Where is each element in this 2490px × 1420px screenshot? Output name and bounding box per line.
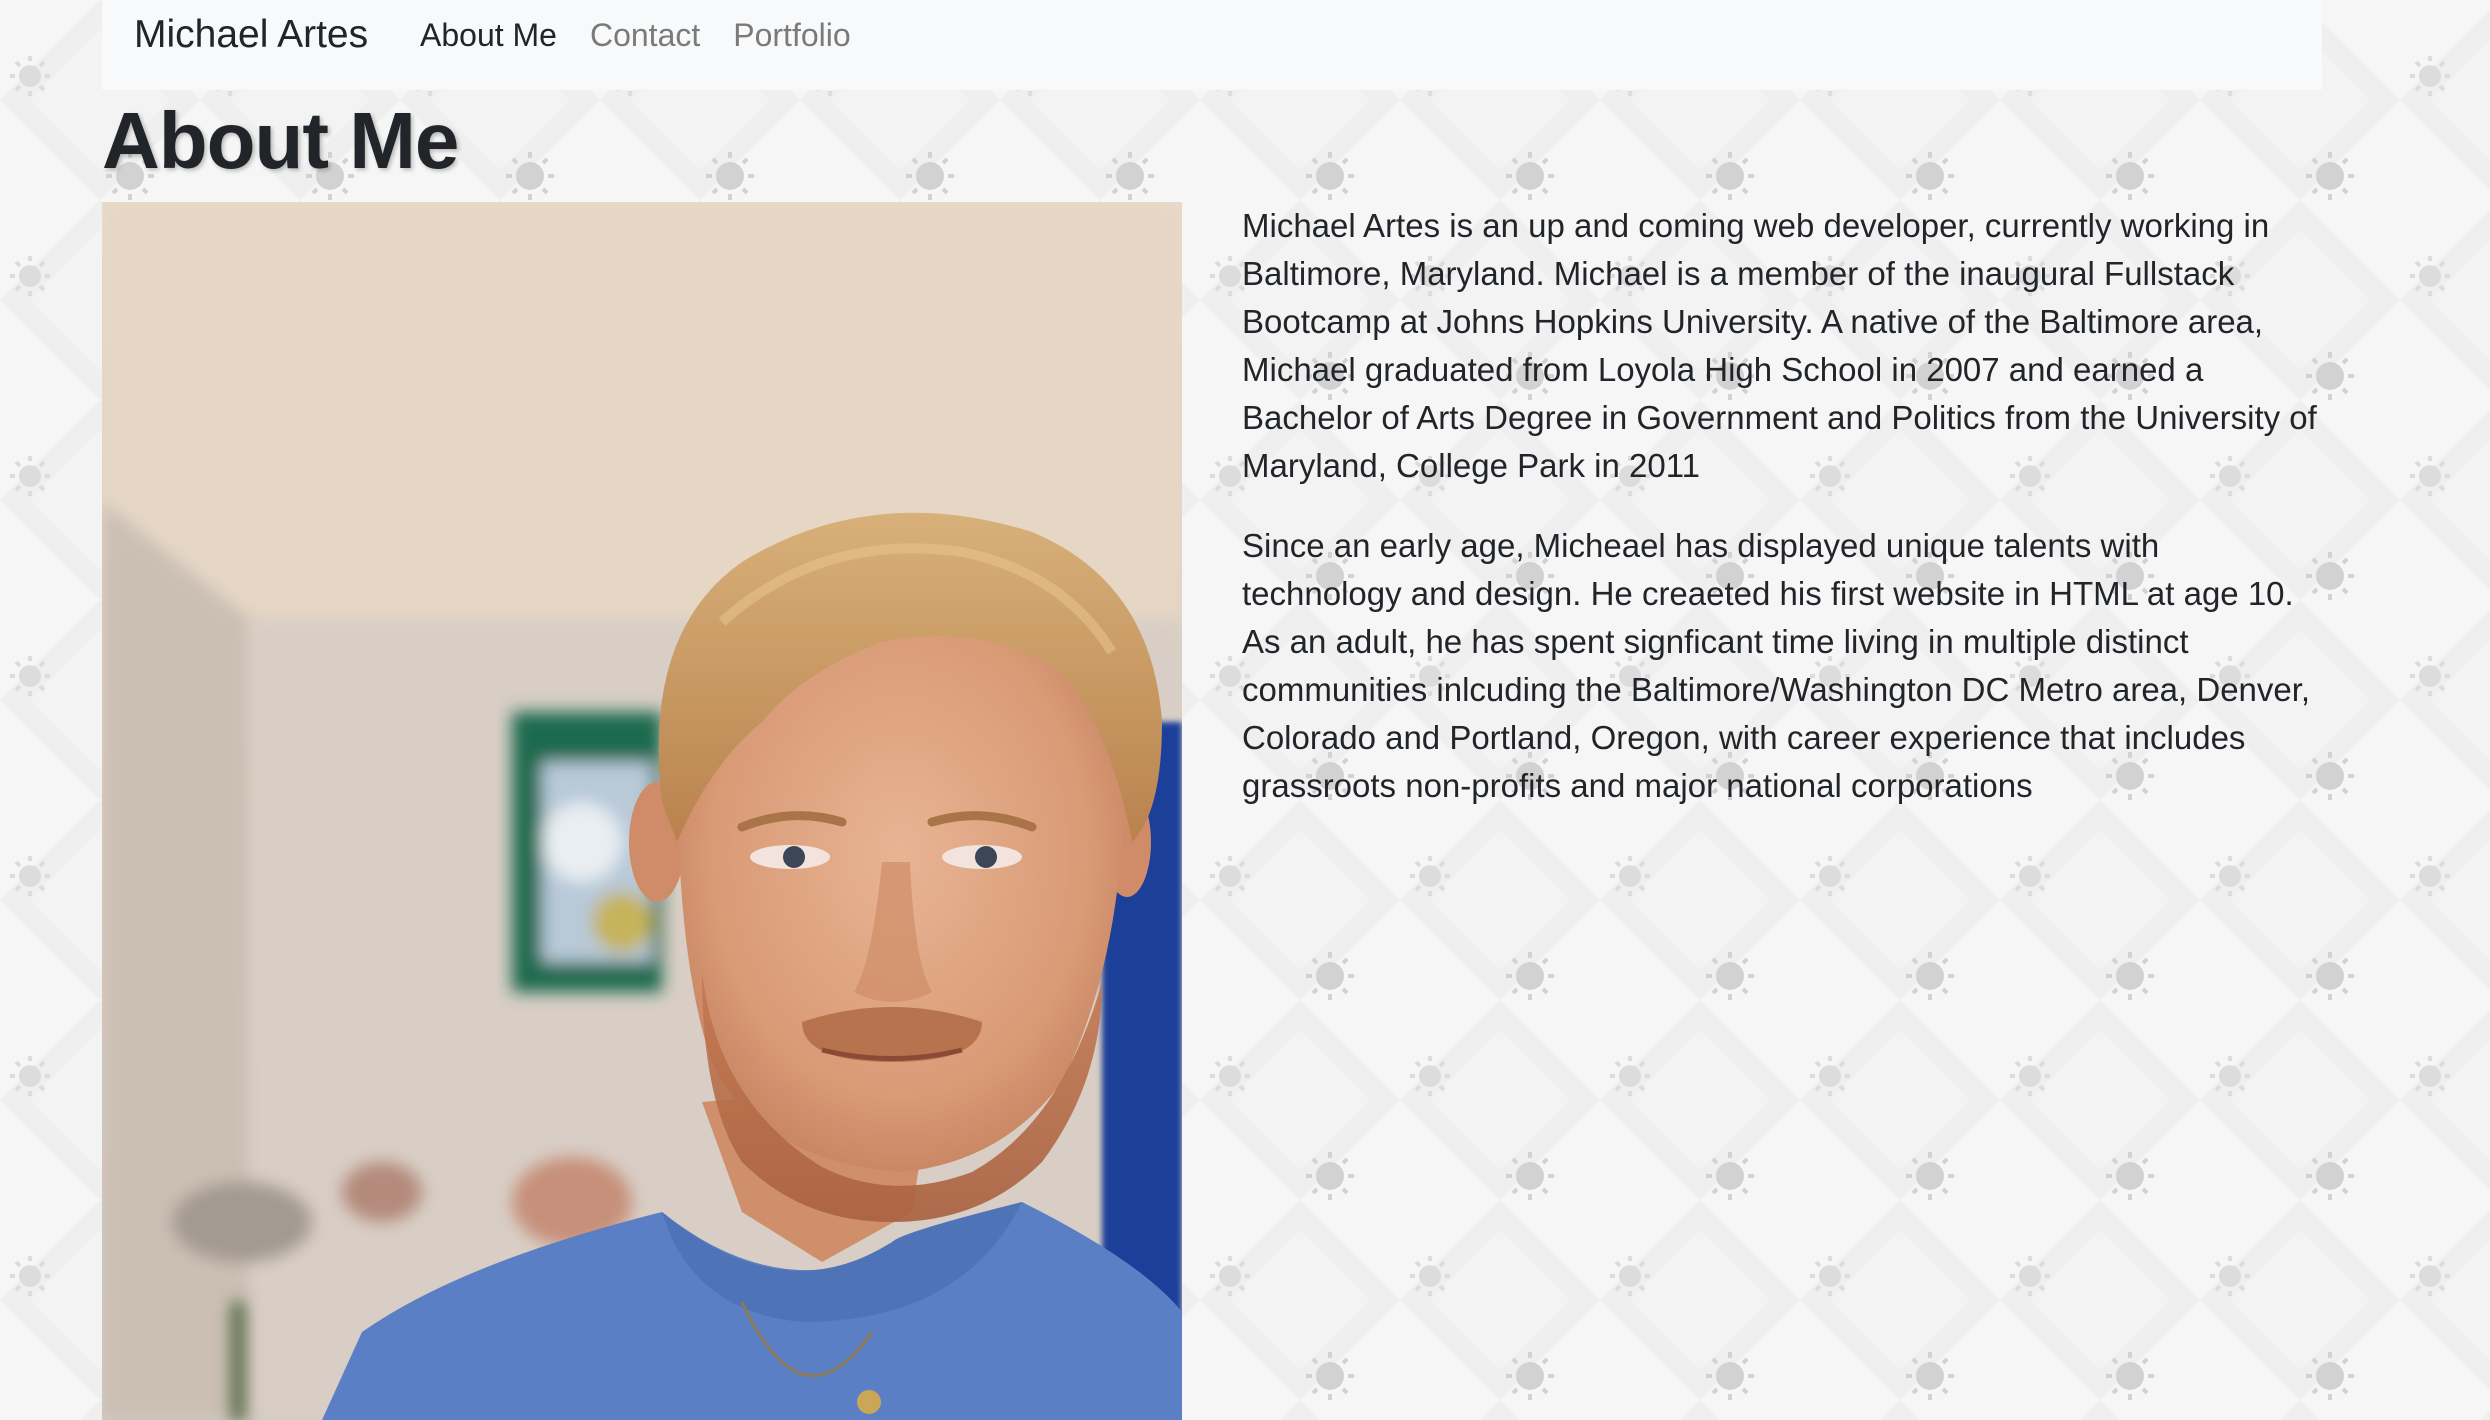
page-title: About Me [102, 96, 459, 185]
nav-link-contact[interactable]: Contact [590, 14, 700, 56]
brand-link[interactable]: Michael Artes [134, 12, 368, 58]
profile-photo [102, 202, 1182, 1420]
portrait-illustration [102, 202, 1182, 1420]
nav-link-portfolio[interactable]: Portfolio [733, 14, 850, 56]
nav-links: About Me Contact Portfolio [420, 14, 884, 56]
bio-paragraph-2: Since an early age, Micheael has display… [1242, 527, 2311, 804]
navbar: Michael Artes About Me Contact Portfolio [102, 0, 2322, 90]
bio-paragraph-1: Michael Artes is an up and coming web de… [1242, 207, 2317, 484]
bio-section: Michael Artes is an up and coming web de… [1242, 202, 2322, 842]
nav-link-about-me[interactable]: About Me [420, 14, 557, 56]
